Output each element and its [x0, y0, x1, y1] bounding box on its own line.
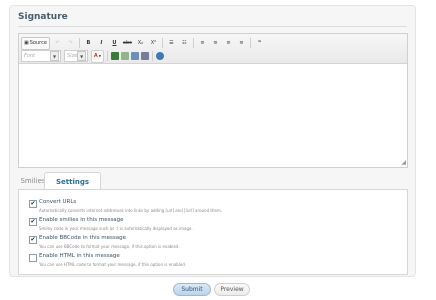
quote-button[interactable]: ❞ [254, 38, 265, 49]
justify-button[interactable]: ≡ [236, 38, 247, 49]
signature-textarea[interactable] [19, 64, 407, 167]
undo-button[interactable]: ↶ [52, 38, 63, 49]
italic-button[interactable]: I [96, 38, 107, 49]
toolbar-row-2: Font ▼ Size ▼ A ▼ [21, 49, 166, 63]
align-left-button[interactable]: ≡ [197, 38, 208, 49]
text-color-icon: A [93, 53, 98, 59]
option-description: Automatically converts internet addresse… [39, 208, 223, 213]
toolbar-separator [152, 51, 153, 61]
enable-smilies-checkbox[interactable]: ✔ [29, 218, 37, 226]
convert-urls-checkbox[interactable]: ✔ [29, 200, 37, 208]
option-label[interactable]: Enable BBCode in this message [39, 235, 126, 241]
font-select-label: Font [24, 53, 36, 59]
subscript-button[interactable]: X₂ [135, 38, 146, 49]
option-label[interactable]: Enable smilies in this message [39, 217, 124, 223]
link-icon[interactable] [111, 52, 119, 60]
option-label[interactable]: Enable HTML in this message [39, 253, 120, 259]
option-label[interactable]: Convert URLs [39, 199, 76, 205]
toolbar-separator [78, 38, 80, 48]
toolbar-separator [192, 38, 194, 48]
font-select[interactable]: Font ▼ [21, 50, 61, 62]
table-icon[interactable] [141, 52, 149, 60]
settings-options: ✔ Convert URLs Automatically converts in… [18, 189, 408, 275]
signature-panel: Signature ▣ Source ↶ ↷ B I U abc X₂ X² ☰… [9, 5, 416, 277]
align-center-button[interactable]: ≡ [210, 38, 221, 49]
option-description: Smiley code in your message such as :) i… [39, 226, 193, 231]
toolbar-separator [161, 38, 163, 48]
submit-button[interactable]: Submit [173, 283, 211, 296]
image-icon[interactable] [131, 52, 139, 60]
underline-button[interactable]: U [109, 38, 120, 49]
editor-toolbar: ▣ Source ↶ ↷ B I U abc X₂ X² ☰ ☷ ≡ ≡ ≡ ≡ [19, 34, 407, 64]
option-description: You can use BBCode to format your messag… [39, 244, 180, 249]
section-title: Signature [18, 12, 68, 22]
source-button[interactable]: ▣ Source [21, 36, 50, 50]
enable-bbcode-checkbox[interactable]: ✔ [29, 236, 37, 244]
chevron-down-icon: ▼ [50, 51, 59, 61]
numbered-list-button[interactable]: ☷ [179, 38, 190, 49]
option-description: You can use HTML code to format your mes… [39, 262, 187, 267]
toolbar-separator [107, 51, 108, 61]
unlink-icon[interactable] [121, 52, 129, 60]
redo-button[interactable]: ↷ [65, 38, 76, 49]
preview-button[interactable]: Preview [214, 283, 250, 296]
bulleted-list-button[interactable]: ☰ [166, 38, 177, 49]
size-select-label: Size [67, 53, 78, 59]
chevron-down-icon: ▼ [98, 54, 102, 58]
chevron-down-icon: ▼ [77, 51, 86, 61]
superscript-button[interactable]: X² [148, 38, 159, 49]
source-label: Source [29, 40, 47, 46]
title-divider [18, 26, 407, 27]
strike-button[interactable]: abc [122, 38, 133, 49]
signature-editor: ▣ Source ↶ ↷ B I U abc X₂ X² ☰ ☷ ≡ ≡ ≡ ≡ [18, 33, 408, 168]
bold-button[interactable]: B [83, 38, 94, 49]
source-icon: ▣ [24, 40, 29, 46]
help-icon[interactable] [156, 52, 164, 60]
resize-handle-icon[interactable]: ◢ [401, 160, 406, 166]
text-color-button[interactable]: A ▼ [91, 49, 104, 63]
align-right-button[interactable]: ≡ [223, 38, 234, 49]
toolbar-separator [249, 38, 251, 48]
size-select[interactable]: Size ▼ [64, 50, 88, 62]
enable-html-checkbox[interactable] [29, 254, 37, 262]
toolbar-row-1: ▣ Source ↶ ↷ B I U abc X₂ X² ☰ ☷ ≡ ≡ ≡ ≡ [21, 36, 267, 50]
